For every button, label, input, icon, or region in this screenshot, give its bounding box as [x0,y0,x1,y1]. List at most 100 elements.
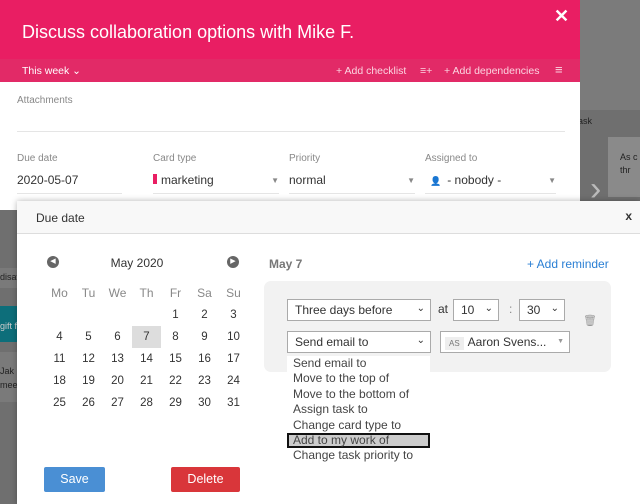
close-icon[interactable]: ✕ [554,6,569,27]
calendar-day[interactable]: 4 [45,326,74,348]
calendar-day[interactable]: 30 [190,392,219,414]
calendar-empty [103,304,132,326]
bg-text: Jak [0,366,15,376]
calendar-day[interactable]: 29 [161,392,190,414]
calendar-day[interactable]: 3 [219,304,248,326]
weekday-header: Sa [197,286,212,300]
bg-card: Jak mee [0,352,17,402]
weekday-header: We [108,286,127,300]
calendar-day[interactable]: 19 [74,370,103,392]
dropdown-arrow-icon: ▼ [548,176,556,185]
calendar-day[interactable]: 21 [132,370,161,392]
calendar-day[interactable]: 15 [161,348,190,370]
assignee-value: Aaron Svens... [467,335,547,349]
dropdown-arrow-icon: ▼ [557,338,564,345]
bg-text: As c [620,152,638,162]
hour-value: 10 [461,303,475,317]
calendar-day[interactable]: 1 [161,304,190,326]
card-type-select[interactable]: marketing ▼ [153,172,279,194]
attachments-label: Attachments [17,95,73,106]
assigned-label: Assigned to [425,153,478,164]
calendar-day[interactable]: 5 [74,326,103,348]
calendar-day[interactable]: 25 [45,392,74,414]
dropdown-option[interactable]: Send email to [287,356,430,371]
calendar-day[interactable]: 11 [45,348,74,370]
bg-text: ask [578,116,593,126]
calendar-day[interactable]: 6 [103,326,132,348]
card-type-value: marketing [161,173,214,187]
colon: : [509,302,513,316]
weekday-header: Su [226,286,241,300]
calendar-day[interactable]: 26 [74,392,103,414]
add-checklist-link[interactable]: + Add checklist [336,65,406,77]
due-date-popup: Due date x ◀ May 2020 ▶ Mo Tu We Th Fr Sa Su 1 2… [17,201,640,504]
minute-value: 30 [527,303,541,317]
dropdown-arrow-icon: ▼ [407,176,415,185]
user-icon: 👤 [430,176,442,186]
chevron-down-icon: ⌄ [484,303,493,314]
assignee-select[interactable]: AS Aaron Svens... ▼ [440,331,570,353]
dropdown-option[interactable]: Change card type to [287,418,430,433]
calendar-day[interactable]: 7 [132,326,161,348]
calendar-day[interactable]: 23 [190,370,219,392]
calendar-day[interactable]: 28 [132,392,161,414]
save-button[interactable]: Save [44,467,105,492]
chevron-down-icon: ⌄ [416,303,425,314]
delete-button[interactable]: Delete [171,467,240,492]
calendar-day[interactable]: 12 [74,348,103,370]
assignee-avatar: AS [445,337,464,350]
calendar-day[interactable]: 31 [219,392,248,414]
card-toolbar: This week ⌄ + Add checklist ≡+ + Add dep… [0,59,580,82]
calendar-day[interactable]: 24 [219,370,248,392]
close-icon[interactable]: x [625,209,632,223]
reminder-action-select[interactable]: Send email to ⌄ [287,331,431,353]
priority-select[interactable]: normal ▼ [289,172,415,194]
calendar-empty [45,304,74,326]
dropdown-option[interactable]: Move to the bottom of [287,387,430,402]
selected-date: May 7 [269,257,303,271]
action-dropdown-list: Send email to Move to the top of Move to t… [287,356,430,466]
calendar-day[interactable]: 27 [103,392,132,414]
calendar-day[interactable]: 13 [103,348,132,370]
calendar-day[interactable]: 18 [45,370,74,392]
due-date-field[interactable]: 2020-05-07 [17,172,122,194]
calendar-day[interactable]: 22 [161,370,190,392]
calendar-day[interactable]: 8 [161,326,190,348]
dropdown-option[interactable]: Assign task to [287,402,430,417]
divider [17,131,565,132]
calendar-day[interactable]: 14 [132,348,161,370]
assigned-value: - nobody - [447,173,502,187]
calendar-grid: Mo Tu We Th Fr Sa Su 1 2 3 4 5 6 7 8 9 10 11 12 13 14 15 16 17 1… [45,282,248,414]
week-dropdown[interactable]: This week ⌄ [22,65,81,77]
list-add-icon[interactable]: ≡+ [420,65,432,77]
bg-text: thr [620,165,631,175]
calendar-day[interactable]: 10 [219,326,248,348]
month-label: May 2020 [110,256,164,270]
add-dependencies-link[interactable]: + Add dependencies [444,65,539,77]
hour-select[interactable]: 10 ⌄ [453,299,499,321]
calendar-day[interactable]: 16 [190,348,219,370]
add-reminder-link[interactable]: + Add reminder [527,257,609,271]
menu-icon[interactable]: ≡ [555,62,563,77]
card-header: Discuss collaboration options with Mike … [0,0,580,59]
calendar-day[interactable]: 17 [219,348,248,370]
trash-icon[interactable]: 🗑 [583,314,597,327]
reminder-when-select[interactable]: Three days before ⌄ [287,299,431,321]
priority-value: normal [289,173,326,187]
chevron-down-icon: ⌄ [416,335,425,346]
next-month-icon[interactable]: ▶ [227,256,239,268]
when-value: Three days before [295,303,393,317]
dropdown-option[interactable]: Add to my work of [287,432,430,449]
calendar-day[interactable]: 9 [190,326,219,348]
popup-header: Due date x [17,201,640,234]
bg-text: mee [0,380,17,390]
minute-select[interactable]: 30 ⌄ [519,299,565,321]
calendar-day[interactable]: 20 [103,370,132,392]
assigned-select[interactable]: 👤 - nobody - ▼ [425,172,556,194]
weekday-header: Th [139,286,154,300]
at-label: at [438,302,449,316]
card-title[interactable]: Discuss collaboration options with Mike … [22,22,354,43]
calendar-day[interactable]: 2 [190,304,219,326]
dropdown-option[interactable]: Move to the top of [287,371,430,386]
dropdown-option[interactable]: Change task priority to [287,448,430,463]
